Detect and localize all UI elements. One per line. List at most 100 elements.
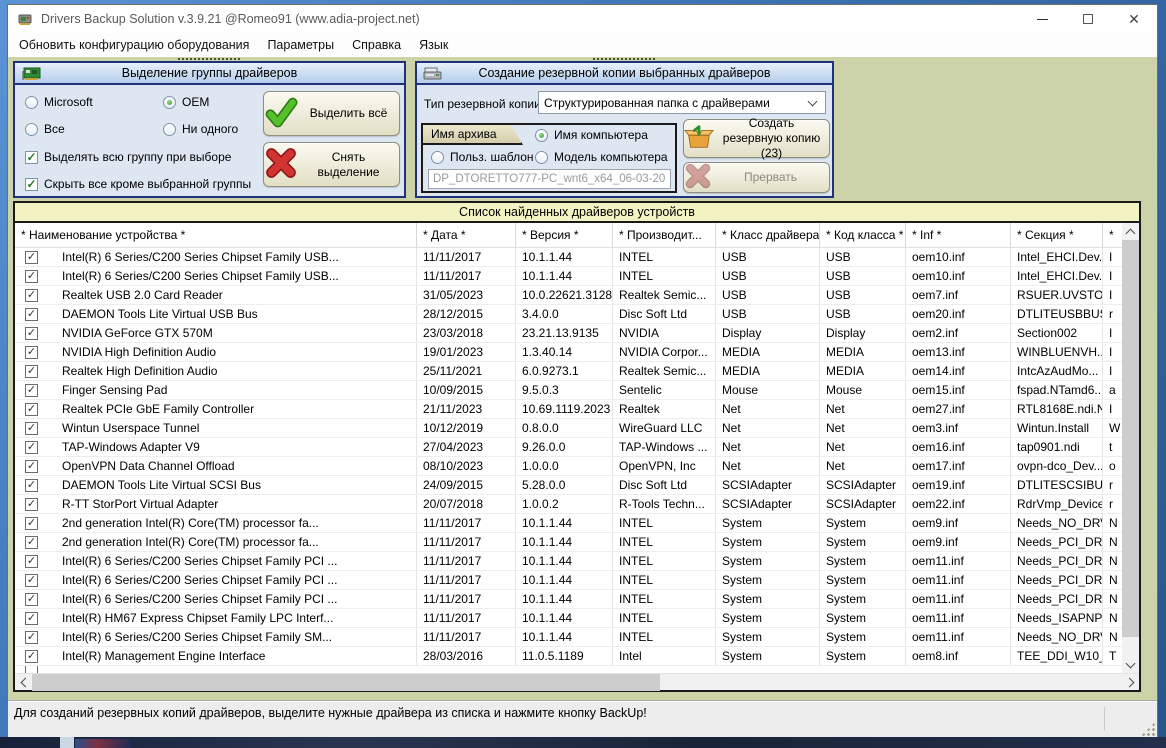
table-row[interactable]: ✓DAEMON Tools Lite Virtual USB Bus28/12/…	[15, 305, 1122, 324]
table-row[interactable]: ✓Intel(R) 6 Series/C200 Series Chipset F…	[15, 571, 1122, 590]
row-checkbox[interactable]: ✓	[15, 514, 48, 532]
row-checkbox[interactable]: ✓	[15, 552, 48, 570]
table-row[interactable]: ✓Wintun Userspace Tunnel10/12/20190.8.0.…	[15, 419, 1122, 438]
row-checkbox[interactable]: ✓	[15, 400, 48, 418]
column-header-overflow[interactable]: *	[1103, 223, 1122, 247]
row-checkbox[interactable]: ✓	[15, 267, 48, 285]
menu-parameters[interactable]: Параметры	[258, 35, 343, 55]
scroll-down-arrow-icon[interactable]	[1122, 656, 1139, 673]
row-checkbox[interactable]: ✓	[15, 362, 48, 380]
table-row[interactable]: ✓NVIDIA High Definition Audio19/01/20231…	[15, 343, 1122, 362]
radio-all[interactable]: Все	[25, 122, 65, 136]
column-header-date[interactable]: * Дата *	[417, 223, 516, 247]
column-header-inf[interactable]: * Inf *	[906, 223, 1011, 247]
archive-name-tab[interactable]: Имя архива	[421, 123, 523, 145]
resize-grip[interactable]	[1141, 722, 1155, 736]
table-row[interactable]: ✓Intel(R) 6 Series/C200 Series Chipset F…	[15, 267, 1122, 286]
scroll-right-arrow-icon[interactable]	[1122, 674, 1139, 691]
select-all-button[interactable]: Выделить всё	[263, 91, 400, 136]
table-row[interactable]: ✓Intel(R) 6 Series/C200 Series Chipset F…	[15, 248, 1122, 267]
row-checkbox[interactable]: ✓	[15, 324, 48, 342]
minimize-button[interactable]	[1019, 5, 1065, 33]
vertical-scrollbar-thumb[interactable]	[1122, 240, 1139, 637]
cell-name: Intel(R) 6 Series/C200 Series Chipset Fa…	[48, 590, 417, 608]
vertical-scrollbar[interactable]	[1122, 223, 1139, 673]
archive-name-input[interactable]	[428, 169, 671, 189]
column-header-manufacturer[interactable]: * Производит...	[613, 223, 716, 247]
menu-help[interactable]: Справка	[343, 35, 410, 55]
column-header-device-name[interactable]: * Наименование устройства *	[15, 223, 417, 247]
radio-computer-name-label: Имя компьютера	[554, 128, 648, 142]
horizontal-scrollbar-thumb[interactable]	[32, 674, 660, 691]
table-row[interactable]: ✓Realtek USB 2.0 Card Reader31/05/202310…	[15, 286, 1122, 305]
create-backup-button[interactable]: Создать резервную копию (23)	[683, 119, 830, 158]
deselect-button[interactable]: Снять выделение	[263, 142, 400, 187]
menu-refresh-hardware-config[interactable]: Обновить конфигурацию оборудования	[10, 35, 258, 55]
maximize-button[interactable]	[1065, 5, 1111, 33]
column-header-class-code[interactable]: * Код класса *	[820, 223, 906, 247]
row-checkbox[interactable]: ✓	[15, 438, 48, 456]
row-checkbox[interactable]: ✓	[15, 590, 48, 608]
radio-oem[interactable]: OEM	[163, 95, 209, 109]
cell-section: Wintun.Install	[1011, 419, 1103, 437]
table-row[interactable]: ✓Realtek PCIe GbE Family Controller21/11…	[15, 400, 1122, 419]
radio-user-template[interactable]: Польз. шаблон	[431, 150, 534, 164]
table-row[interactable]: ✓2nd generation Intel(R) Core(TM) proces…	[15, 533, 1122, 552]
column-header-version[interactable]: * Версия *	[516, 223, 613, 247]
chevron-down-icon	[809, 99, 817, 107]
table-row[interactable]: ✓R-TT StorPort Virtual Adapter20/07/2018…	[15, 495, 1122, 514]
cell-class_code: MEDIA	[820, 343, 906, 361]
column-header-section[interactable]: * Секция *	[1011, 223, 1103, 247]
row-checkbox[interactable]: ✓	[15, 343, 48, 361]
row-checkbox[interactable]: ✓	[15, 609, 48, 627]
row-checkbox[interactable]: ✓	[15, 305, 48, 323]
table-row[interactable]: ✓2nd generation Intel(R) Core(TM) proces…	[15, 514, 1122, 533]
table-row[interactable]: ✓TAP-Windows Adapter V927/04/20239.26.0.…	[15, 438, 1122, 457]
radio-none[interactable]: Ни одного	[163, 122, 238, 136]
cell-section: ovpn-dco_Dev...	[1011, 457, 1103, 475]
row-checkbox[interactable]: ✓	[15, 381, 48, 399]
table-row-partial[interactable]	[15, 666, 1122, 673]
scroll-up-arrow-icon[interactable]	[1122, 223, 1139, 240]
column-header-driver-class[interactable]: * Класс драйвера *	[716, 223, 820, 247]
row-checkbox[interactable]: ✓	[15, 495, 48, 513]
row-checkbox[interactable]: ✓	[15, 457, 48, 475]
radio-computer-name[interactable]: Имя компьютера	[535, 128, 648, 142]
checkbox-hide-others[interactable]: ✓ Скрыть все кроме выбранной группы	[25, 177, 251, 191]
row-checkbox[interactable]: ✓	[15, 248, 48, 266]
row-checkbox[interactable]: ✓	[15, 286, 48, 304]
radio-all-dot	[25, 123, 38, 136]
table-row[interactable]: ✓NVIDIA GeForce GTX 570M23/03/201823.21.…	[15, 324, 1122, 343]
row-checkbox[interactable]: ✓	[15, 533, 48, 551]
cell-inf: oem11.inf	[906, 628, 1011, 646]
pci-card-icon	[21, 66, 41, 81]
table-row[interactable]: ✓Intel(R) 6 Series/C200 Series Chipset F…	[15, 552, 1122, 571]
table-row[interactable]: ✓DAEMON Tools Lite Virtual SCSI Bus24/09…	[15, 476, 1122, 495]
abort-button[interactable]: Прервать	[683, 162, 830, 193]
row-checkbox[interactable]: ✓	[15, 647, 48, 665]
row-checkbox[interactable]: ✓	[15, 628, 48, 646]
horizontal-scrollbar[interactable]	[15, 673, 1139, 690]
table-row[interactable]: ✓Intel(R) Management Engine Interface28/…	[15, 647, 1122, 666]
cell-manufacturer: WireGuard LLC	[613, 419, 716, 437]
radio-microsoft[interactable]: Microsoft	[25, 95, 93, 109]
backup-type-select[interactable]: Структурированная папка с драйверами	[538, 91, 826, 114]
table-row[interactable]: ✓Intel(R) HM67 Express Chipset Family LP…	[15, 609, 1122, 628]
table-row[interactable]: ✓OpenVPN Data Channel Offload08/10/20231…	[15, 457, 1122, 476]
table-row[interactable]: ✓Intel(R) 6 Series/C200 Series Chipset F…	[15, 590, 1122, 609]
table-row[interactable]: ✓Finger Sensing Pad10/09/20159.5.0.3Sent…	[15, 381, 1122, 400]
row-checkbox[interactable]: ✓	[15, 476, 48, 494]
table-row[interactable]: ✓Realtek High Definition Audio25/11/2021…	[15, 362, 1122, 381]
cell-inf: oem20.inf	[906, 305, 1011, 323]
row-checkbox[interactable]: ✓	[15, 419, 48, 437]
checkbox-select-whole-group[interactable]: ✓ Выделять всю группу при выборе	[25, 150, 231, 164]
radio-computer-model[interactable]: Модель компьютера	[535, 150, 668, 164]
cell-name: Intel(R) 6 Series/C200 Series Chipset Fa…	[48, 628, 417, 646]
cell-inf: oem14.inf	[906, 362, 1011, 380]
close-button[interactable]: ✕	[1111, 5, 1157, 33]
row-checkbox[interactable]	[15, 666, 48, 673]
row-checkbox[interactable]: ✓	[15, 571, 48, 589]
table-row[interactable]: ✓Intel(R) 6 Series/C200 Series Chipset F…	[15, 628, 1122, 647]
scroll-left-arrow-icon[interactable]	[15, 674, 32, 691]
menu-language[interactable]: Язык	[410, 35, 457, 55]
